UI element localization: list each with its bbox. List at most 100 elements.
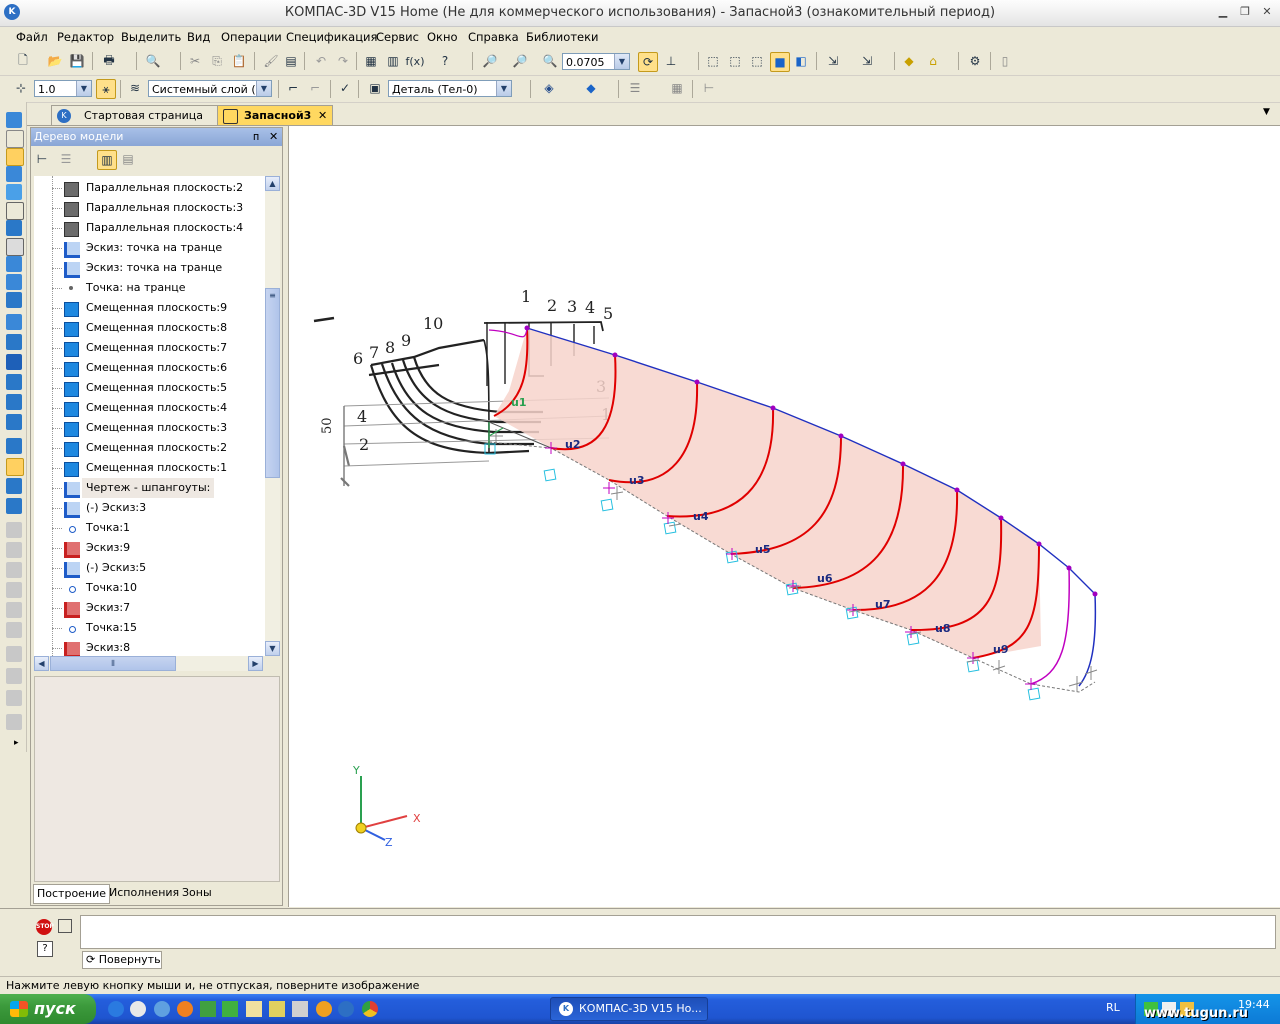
- scale-combo[interactable]: 1.0 ▼: [34, 80, 92, 97]
- tree-item[interactable]: Смещенная плоскость:3: [34, 418, 265, 438]
- orientation-icon[interactable]: ⊥: [662, 52, 680, 70]
- zoom-frame-icon[interactable]: 🔎: [481, 52, 499, 70]
- firefox-icon[interactable]: [177, 1001, 193, 1017]
- tree-item[interactable]: Смещенная плоскость:8: [34, 318, 265, 338]
- tree-item[interactable]: (-) Эскиз:3: [34, 498, 265, 518]
- menu-select[interactable]: Выделить: [121, 30, 181, 44]
- start-button[interactable]: пуск: [0, 994, 96, 1024]
- zoom-icon[interactable]: 🔍: [541, 52, 559, 70]
- function-icon[interactable]: f(x): [406, 52, 425, 70]
- ie-icon[interactable]: [108, 1001, 124, 1017]
- wireframe-icon[interactable]: ⬚: [704, 52, 722, 70]
- restore-icon[interactable]: ❐: [1238, 5, 1252, 19]
- tree-item[interactable]: Эскиз: точка на транце: [34, 238, 265, 258]
- disabled-tool-2-icon[interactable]: [6, 542, 22, 558]
- disabled-tool-9-icon[interactable]: [6, 690, 22, 706]
- spec-icon[interactable]: [6, 238, 24, 256]
- tree-item[interactable]: Параллельная плоскость:3: [34, 198, 265, 218]
- tree-item[interactable]: Эскиз: точка на транце: [34, 258, 265, 278]
- paste-icon[interactable]: 📋: [230, 52, 248, 70]
- menu-specification[interactable]: Спецификация: [286, 30, 377, 44]
- tree-item[interactable]: Смещенная плоскость:2: [34, 438, 265, 458]
- menu-window[interactable]: Окно: [427, 30, 458, 44]
- menu-editor[interactable]: Редактор: [57, 30, 114, 44]
- disabled-tool-4-icon[interactable]: [6, 582, 22, 598]
- close-icon[interactable]: ✕: [1260, 5, 1274, 19]
- cube-yellow-icon[interactable]: ◆: [900, 52, 918, 70]
- more-arrow-icon[interactable]: ▸: [14, 738, 19, 748]
- tab-document[interactable]: Запасной3 ✕: [217, 105, 333, 125]
- measure-tool-icon[interactable]: [6, 202, 24, 220]
- taskbar-kompas-button[interactable]: K КОМПАС-3D V15 Ho...: [550, 997, 708, 1021]
- tree-item[interactable]: Точка: на транце: [34, 278, 265, 298]
- chrome-icon[interactable]: [362, 1001, 378, 1017]
- tab-construction[interactable]: Построение: [33, 884, 111, 904]
- constraints-icon[interactable]: [6, 292, 22, 308]
- menu-help[interactable]: Справка: [468, 30, 519, 44]
- zoom-all-icon[interactable]: 🔎: [511, 52, 529, 70]
- disabled-tool-7-icon[interactable]: [6, 646, 22, 662]
- tree-item[interactable]: Смещенная плоскость:7: [34, 338, 265, 358]
- edit-sketch-icon[interactable]: ⌐: [306, 79, 324, 97]
- menu-libraries[interactable]: Библиотеки: [526, 30, 599, 44]
- auto-create-icon[interactable]: [58, 919, 72, 933]
- tree-item[interactable]: Эскиз:7: [34, 598, 265, 618]
- tree-item[interactable]: Параллельная плоскость:4: [34, 218, 265, 238]
- tree-item[interactable]: Точка:10: [34, 578, 265, 598]
- points-icon[interactable]: [6, 166, 22, 182]
- tree-item[interactable]: Точка:1: [34, 518, 265, 538]
- surface-ops-icon[interactable]: [6, 148, 24, 166]
- measure-icon[interactable]: ▯: [996, 52, 1014, 70]
- save-icon[interactable]: 💾: [68, 52, 86, 70]
- minimize-icon[interactable]: ▁: [1216, 5, 1230, 19]
- scroll-down-icon[interactable]: ▼: [265, 641, 280, 656]
- format-brush-icon[interactable]: 🖌: [262, 52, 280, 70]
- parametric-icon[interactable]: ✓: [336, 79, 354, 97]
- part-combo[interactable]: Деталь (Тел-0) ▼: [388, 80, 512, 97]
- stop-icon[interactable]: STOP: [36, 919, 54, 935]
- layer-props-icon[interactable]: ☰: [626, 79, 644, 97]
- filter-icon[interactable]: ⇲: [824, 52, 842, 70]
- pin-icon[interactable]: ᴨ: [253, 128, 259, 146]
- disabled-tool-5-icon[interactable]: [6, 602, 22, 618]
- tool-icon[interactable]: [200, 1001, 216, 1017]
- library-icon[interactable]: ⚙: [966, 52, 984, 70]
- scroll-thumb[interactable]: ≡: [265, 288, 280, 478]
- hscroll-thumb[interactable]: ⦀: [50, 656, 176, 671]
- tree-order-icon[interactable]: ☰: [57, 150, 75, 168]
- point-surface-icon[interactable]: [6, 458, 24, 476]
- tree-hscrollbar[interactable]: ◀ ⦀ ▶: [34, 656, 263, 671]
- kinematic-icon[interactable]: [6, 354, 22, 370]
- curve-icon[interactable]: [6, 130, 24, 148]
- menu-view[interactable]: Вид: [187, 30, 210, 44]
- rotate-icon[interactable]: ⟳: [638, 52, 658, 72]
- menu-service[interactable]: Сервис: [376, 30, 419, 44]
- menu-operations[interactable]: Операции: [221, 30, 282, 44]
- chevron-down-icon[interactable]: ▼: [496, 81, 511, 96]
- panel-close-icon[interactable]: ✕: [269, 128, 278, 146]
- rotate-surface-icon[interactable]: [6, 334, 22, 350]
- layer-combo[interactable]: Системный слой (0) ▼: [148, 80, 272, 97]
- window-icon[interactable]: [292, 1001, 308, 1017]
- equidistant-icon[interactable]: [6, 438, 22, 454]
- extrude-icon[interactable]: [6, 314, 22, 330]
- blender-icon[interactable]: [316, 1001, 332, 1017]
- scroll-up-icon[interactable]: ▲: [265, 176, 280, 191]
- media-icon[interactable]: [130, 1001, 146, 1017]
- report-icon[interactable]: [6, 256, 22, 272]
- tab-close-icon[interactable]: ✕: [318, 106, 327, 126]
- stem-curve[interactable]: [488, 327, 528, 338]
- dimension-icon[interactable]: ⊢: [700, 79, 718, 97]
- manager-icon[interactable]: ▦: [362, 52, 380, 70]
- local-cs-icon[interactable]: ⊹: [12, 79, 30, 97]
- material-icon[interactable]: ◆: [582, 79, 600, 97]
- house-icon[interactable]: ⌂: [924, 52, 942, 70]
- dimensions-icon[interactable]: [6, 274, 22, 290]
- table-icon[interactable]: ▦: [668, 79, 686, 97]
- part-icon[interactable]: ▣: [366, 79, 384, 97]
- notepad-icon[interactable]: [246, 1001, 262, 1017]
- tab-zones[interactable]: Зоны: [182, 884, 212, 902]
- ruled-icon[interactable]: [6, 414, 22, 430]
- language-indicator[interactable]: RL: [1106, 1001, 1120, 1014]
- tab-executions[interactable]: Исполнения: [109, 884, 179, 902]
